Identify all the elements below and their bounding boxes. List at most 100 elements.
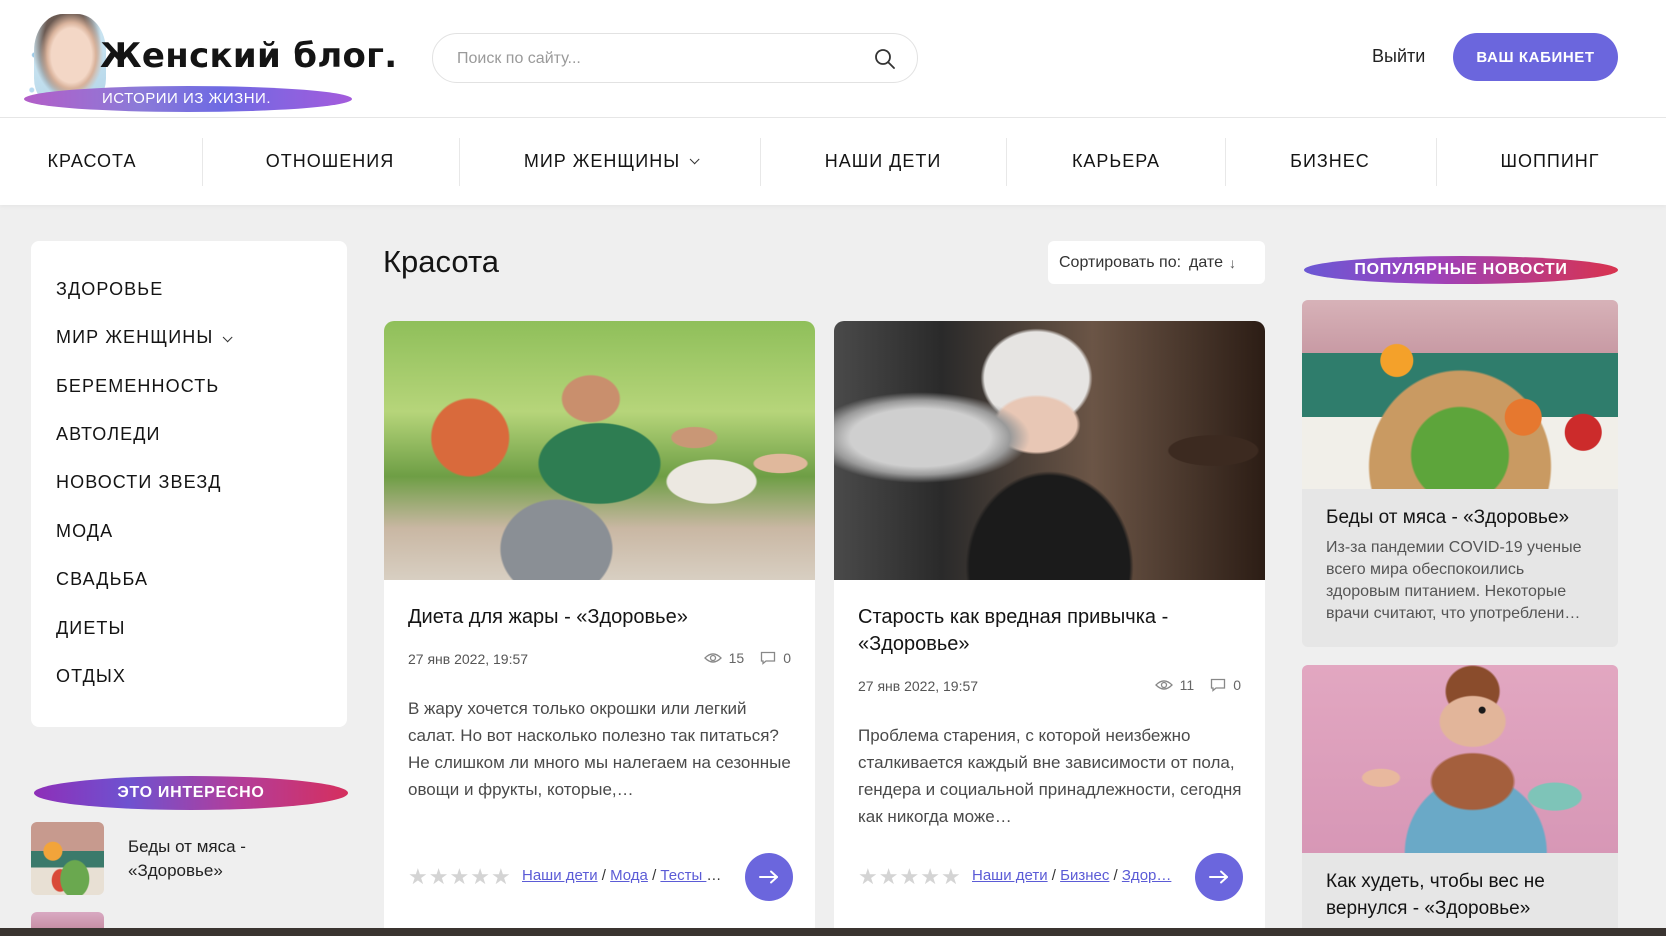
post-stats: 15 0 [703, 650, 791, 666]
post-date: 27 янв 2022, 19:57 [408, 651, 529, 667]
star-icon[interactable]: ★ [408, 866, 428, 888]
post-title[interactable]: Старость как вредная привычка - «Здоровь… [858, 604, 1243, 658]
popular-card: Беды от мяса - «Здоровье» Из-за пандемии… [1302, 300, 1618, 647]
rating-stars[interactable]: ★ ★ ★ ★ ★ [858, 866, 961, 888]
sidebar-item-womens-world[interactable]: МИР ЖЕНЩИНЫ [56, 327, 233, 348]
sidebar-item-pregnancy[interactable]: БЕРЕМЕННОСТЬ [56, 376, 219, 397]
arrow-down-icon: ↓ [1228, 254, 1236, 271]
nav-item-business[interactable]: БИЗНЕС [1255, 118, 1405, 205]
nav-divider [202, 138, 203, 186]
logo-tagline: ИСТОРИИ ИЗ ЖИЗНИ. [102, 90, 271, 107]
nav-item-relationships[interactable]: ОТНОШЕНИЯ [232, 118, 428, 205]
star-icon[interactable]: ★ [920, 866, 940, 888]
interesting-heading-label: ЭТО ИНТЕРЕСНО [117, 784, 265, 801]
search-input[interactable] [457, 46, 857, 72]
logo-title: Женский блог. [100, 36, 398, 76]
tag-link[interactable]: Наши дети [522, 867, 598, 884]
post-card: Старость как вредная привычка - «Здоровь… [834, 321, 1265, 936]
post-image[interactable] [384, 321, 815, 580]
nav-divider [1225, 138, 1226, 186]
popular-image[interactable] [1302, 665, 1618, 853]
chevron-down-icon [223, 332, 233, 343]
post-excerpt: Проблема старения, с которой неизбежно с… [858, 726, 1242, 826]
nav-divider [1436, 138, 1437, 186]
star-icon[interactable]: ★ [858, 866, 878, 888]
nav-divider [459, 138, 460, 186]
comment-icon [761, 651, 776, 665]
post-footer: ★ ★ ★ ★ ★ Наши дети / Мода / Тесты о… [408, 853, 793, 901]
nav-item-career[interactable]: КАРЬЕРА [1036, 118, 1196, 205]
star-icon[interactable]: ★ [941, 866, 961, 888]
sidebar-item-rest[interactable]: ОТДЫХ [56, 666, 126, 687]
main-nav: КРАСОТА ОТНОШЕНИЯ МИР ЖЕНЩИНЫ НАШИ ДЕТИ … [0, 118, 1666, 205]
bottom-strip [0, 928, 1666, 936]
interesting-thumbnail[interactable] [31, 822, 104, 895]
eye-icon [1154, 680, 1173, 690]
popular-card: Как худеть, чтобы вес не вернулся - «Здо… [1302, 665, 1618, 936]
star-icon[interactable]: ★ [449, 866, 469, 888]
comments-count: 0 [1233, 677, 1241, 693]
sidebar-item-autoladies[interactable]: АВТОЛЕДИ [56, 424, 161, 445]
nav-item-womens-world[interactable]: МИР ЖЕНЩИНЫ [490, 118, 730, 205]
nav-item-beauty[interactable]: КРАСОТА [24, 118, 160, 205]
sort-value: дате [1189, 253, 1223, 271]
sidebar-item-diets[interactable]: ДИЕТЫ [56, 618, 126, 639]
nav-item-label: МИР ЖЕНЩИНЫ [523, 151, 681, 171]
post-stats: 11 0 [1154, 677, 1241, 693]
cabinet-button[interactable]: ВАШ КАБИНЕТ [1453, 33, 1618, 81]
nav-item-label: КАРЬЕРА [1071, 151, 1161, 171]
sidebar-item-health[interactable]: ЗДОРОВЬЕ [56, 279, 163, 300]
post-title[interactable]: Диета для жары - «Здоровье» [408, 604, 793, 631]
sidebar-menu: ЗДОРОВЬЕ МИР ЖЕНЩИНЫ БЕРЕМЕННОСТЬ АВТОЛЕ… [31, 241, 347, 727]
interesting-item-title[interactable]: Беды от мяса - «Здоровье» [128, 835, 328, 883]
tag-link[interactable]: Наши дети [972, 867, 1048, 884]
post-date: 27 янв 2022, 19:57 [858, 678, 979, 694]
star-icon[interactable]: ★ [470, 866, 490, 888]
arrow-right-icon [759, 870, 778, 884]
tag-link[interactable]: Мода [610, 867, 648, 884]
nav-item-label: ОТНОШЕНИЯ [265, 151, 395, 171]
nav-item-our-kids[interactable]: НАШИ ДЕТИ [790, 118, 976, 205]
post-image[interactable] [834, 321, 1265, 580]
sidebar-item-label: МИР ЖЕНЩИНЫ [56, 327, 214, 347]
logout-link[interactable]: Выйти [1372, 46, 1425, 67]
sidebar-item-star-news[interactable]: НОВОСТИ ЗВЕЗД [56, 472, 222, 493]
views-count: 11 [1179, 677, 1195, 693]
rating-stars[interactable]: ★ ★ ★ ★ ★ [408, 866, 511, 888]
nav-item-label: КРАСОТА [47, 151, 137, 171]
nav-item-label: НАШИ ДЕТИ [824, 151, 942, 171]
interesting-heading: ЭТО ИНТЕРЕСНО [34, 776, 348, 810]
read-more-button[interactable] [1195, 853, 1243, 901]
star-icon[interactable]: ★ [879, 866, 899, 888]
eye-icon [703, 653, 722, 663]
tag-link[interactable]: Здор… [1122, 867, 1172, 884]
views-count: 15 [728, 650, 745, 666]
tag-link[interactable]: Тесты о… [660, 867, 725, 884]
nav-divider [760, 138, 761, 186]
site-logo[interactable]: Женский блог. ИСТОРИИ ИЗ ЖИЗНИ. [24, 14, 397, 112]
page-title: Красота [383, 244, 500, 279]
post-tags: Наши дети / Мода / Тесты о… [522, 867, 725, 884]
sidebar-item-wedding[interactable]: СВАДЬБА [56, 569, 148, 590]
read-more-button[interactable] [745, 853, 793, 901]
post-card: Диета для жары - «Здоровье» 27 янв 2022,… [384, 321, 815, 936]
popular-heading: ПОПУЛЯРНЫЕ НОВОСТИ [1304, 256, 1618, 284]
search-icon[interactable] [873, 47, 897, 71]
nav-item-label: ШОППИНГ [1500, 151, 1600, 171]
sort-dropdown[interactable]: Сортировать по: дате ↓ [1048, 241, 1265, 284]
star-icon[interactable]: ★ [491, 866, 511, 888]
popular-image[interactable] [1302, 300, 1618, 489]
nav-divider [1006, 138, 1007, 186]
nav-item-shopping[interactable]: ШОППИНГ [1466, 118, 1634, 205]
chevron-down-icon [689, 154, 700, 165]
sidebar-item-fashion[interactable]: МОДА [56, 521, 113, 542]
search-box [432, 33, 918, 83]
tag-link[interactable]: Бизнес [1060, 867, 1109, 884]
post-tags: Наши дети / Бизнес / Здор… [972, 867, 1172, 884]
nav-item-label: БИЗНЕС [1290, 151, 1370, 171]
popular-title[interactable]: Как худеть, чтобы вес не вернулся - «Здо… [1326, 868, 1596, 922]
comment-icon [1211, 678, 1226, 692]
star-icon[interactable]: ★ [899, 866, 919, 888]
star-icon[interactable]: ★ [429, 866, 449, 888]
popular-title[interactable]: Беды от мяса - «Здоровье» [1326, 504, 1596, 531]
